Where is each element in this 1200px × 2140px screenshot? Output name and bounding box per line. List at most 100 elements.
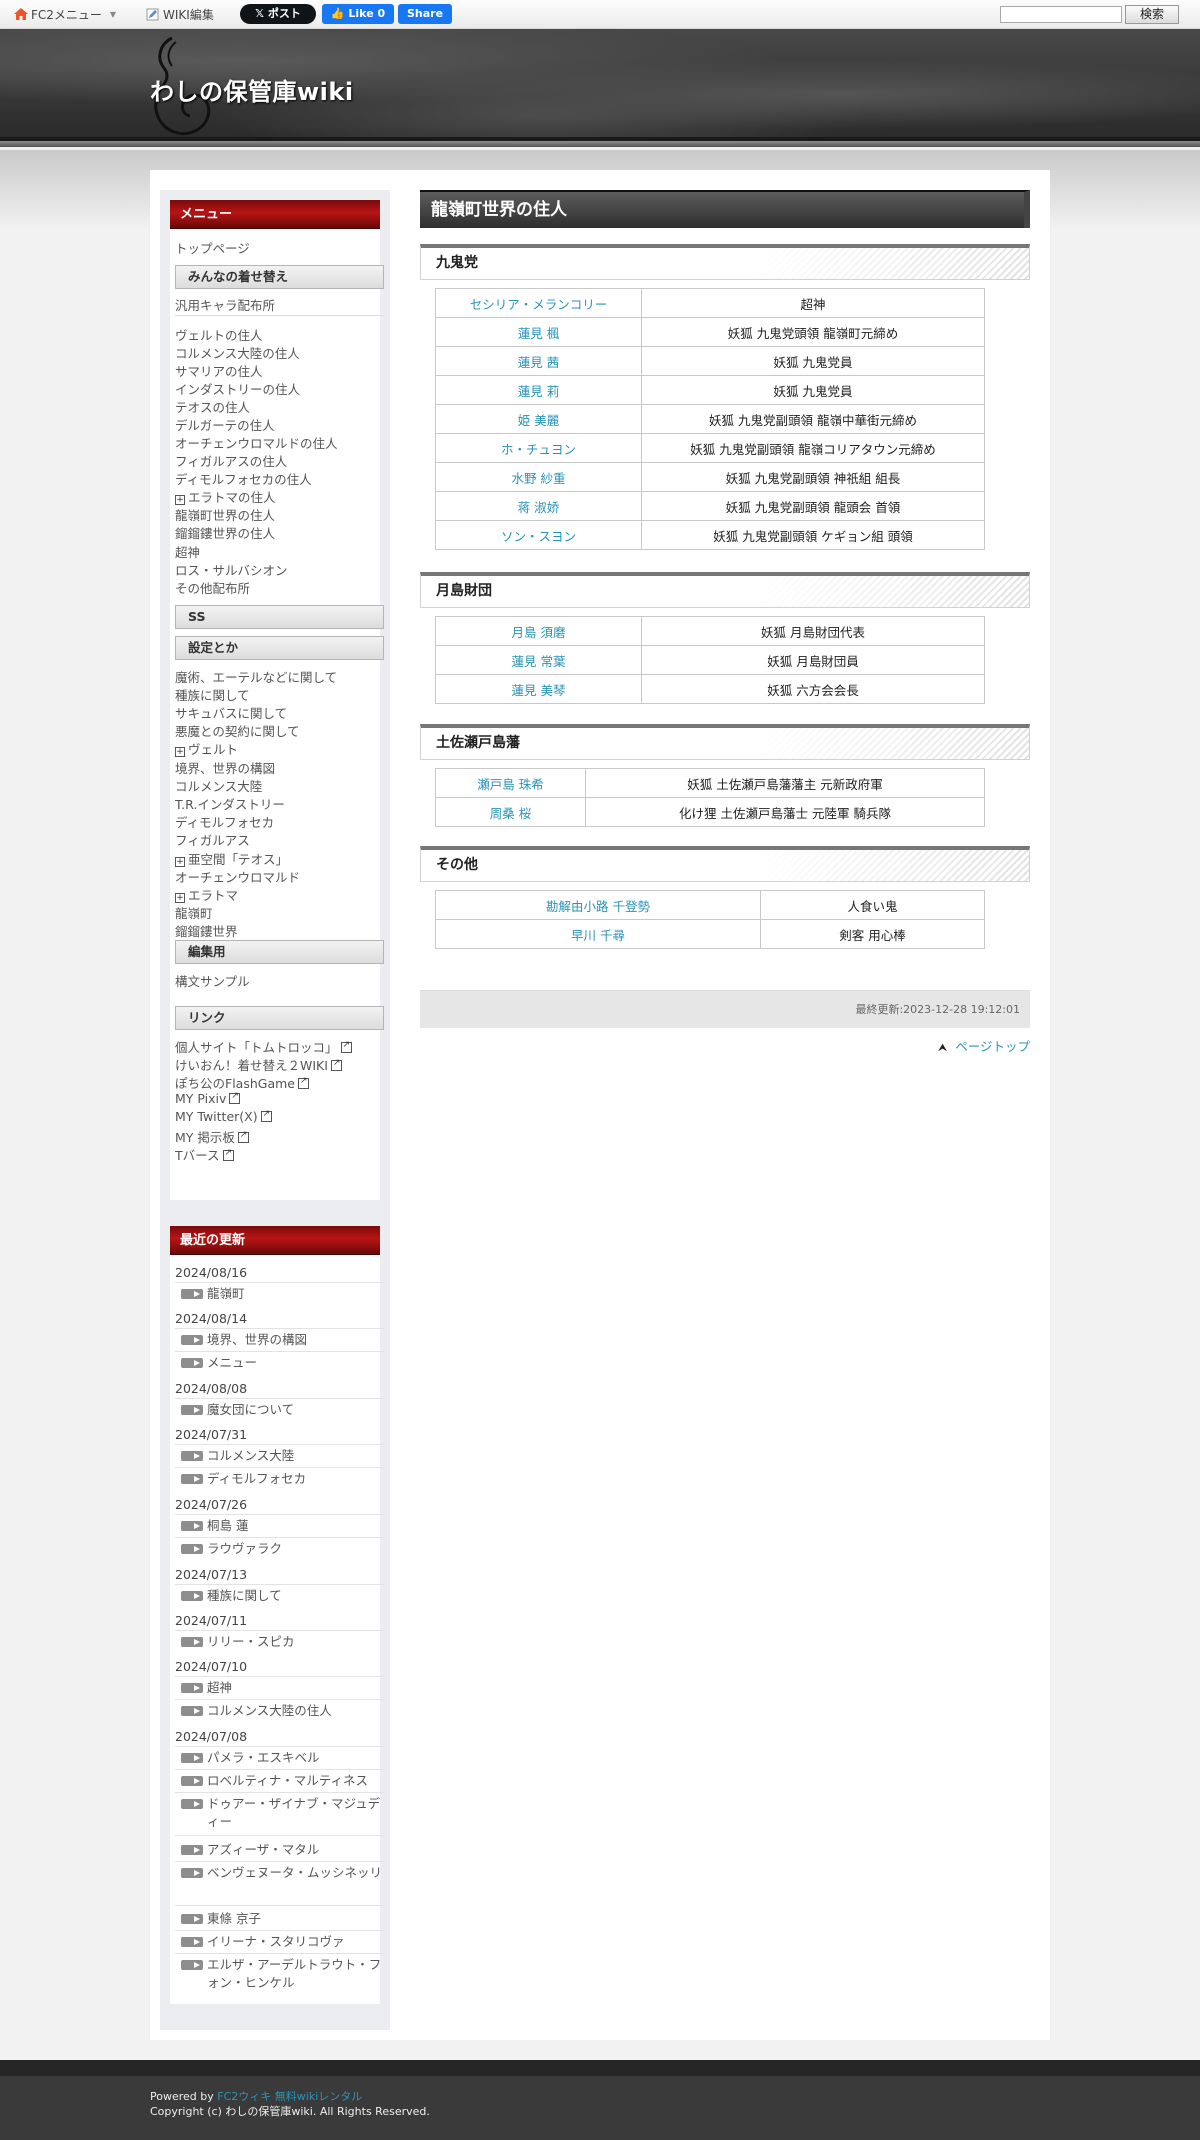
update-item[interactable]: 超神 (180, 1679, 385, 1697)
menu-box-title: メニュー (170, 200, 380, 229)
page-top-link[interactable]: ⮝ ページトップ (938, 1036, 1030, 1055)
update-item[interactable]: リリー・スピカ (180, 1633, 385, 1651)
character-link[interactable]: 蓮見 常葉 (435, 645, 642, 675)
menu-item[interactable]: 魔術、エーテルなどに関して (175, 667, 337, 686)
table-row: 周桑 桜化け狸 土佐瀬戸島藩士 元陸軍 騎兵隊 (435, 797, 985, 827)
menu-expand-velt[interactable]: + ヴェルト (175, 739, 238, 758)
external-link[interactable]: MY Twitter(X) (175, 1109, 272, 1124)
menu-item[interactable]: 龍嶺町 (175, 903, 213, 922)
menu-item[interactable]: その他配布所 (175, 578, 250, 597)
update-date: 2024/07/08 (175, 1729, 248, 1744)
character-description: 妖狐 九鬼党頭領 龍嶺町元締め (641, 317, 985, 347)
menu-item[interactable]: ヴェルトの住人 (175, 325, 263, 344)
fc2-menu-button[interactable]: FC2メニュー ▼ (14, 6, 116, 23)
menu-item[interactable]: T.R.インダストリー (175, 794, 285, 813)
update-item[interactable]: ベンヴェヌータ・ムッシネッリ (180, 1864, 385, 1882)
menu-item-top-page[interactable]: トップページ (175, 238, 250, 257)
update-item[interactable]: 種族に関して (180, 1587, 385, 1605)
character-link[interactable]: 勘解由小路 千登勢 (435, 890, 761, 920)
search-button[interactable]: 検索 (1125, 5, 1179, 24)
character-link[interactable]: 蓮見 莉 (435, 375, 642, 405)
menu-item[interactable]: 鎦鎦鏤世界の住人 (175, 523, 275, 542)
external-link[interactable]: MY 掲示板 (175, 1127, 249, 1146)
external-link[interactable]: Tバース (175, 1145, 234, 1164)
facebook-share-button[interactable]: Share (398, 4, 452, 24)
facebook-like-button[interactable]: 👍 Like 0 (322, 4, 394, 24)
update-item[interactable]: ラウヴァラク (180, 1540, 385, 1558)
external-link-icon (297, 1076, 309, 1089)
menu-item[interactable]: 境界、世界の構図 (175, 758, 275, 777)
update-divider (175, 1953, 384, 1954)
update-item[interactable]: 境界、世界の構図 (180, 1331, 385, 1349)
character-link[interactable]: 姫 美麗 (435, 404, 642, 434)
update-divider (175, 1514, 384, 1515)
menu-item[interactable]: ロス・サルバシオン (175, 560, 288, 579)
menu-expand-eratoma[interactable]: + エラトマの住人 (175, 487, 276, 506)
menu-item[interactable]: 超神 (175, 542, 200, 561)
external-link-icon (330, 1058, 342, 1071)
character-link[interactable]: 蓮見 楓 (435, 317, 642, 347)
menu-item[interactable]: 鎦鎦鏤世界 (175, 921, 238, 940)
character-link[interactable]: 月島 須磨 (435, 616, 642, 646)
update-item[interactable]: 龍嶺町 (180, 1285, 385, 1303)
menu-item[interactable]: 龍嶺町世界の住人 (175, 505, 275, 524)
update-item[interactable]: ドゥアー・ザイナブ・マジュディー (180, 1795, 385, 1831)
menu-item-chara[interactable]: 汎用キャラ配布所 (175, 295, 275, 314)
character-link[interactable]: セシリア・メランコリー (435, 288, 642, 318)
character-link[interactable]: 早川 千尋 (435, 919, 761, 949)
menu-item[interactable]: フィガルアス (175, 830, 250, 849)
character-link[interactable]: 蓮見 茜 (435, 346, 642, 376)
update-item[interactable]: アズィーザ・マタル (180, 1841, 385, 1859)
menu-item[interactable]: コルメンス大陸 (175, 776, 262, 795)
menu-item[interactable]: 悪魔との契約に関して (175, 721, 300, 740)
menu-item[interactable]: コルメンス大陸の住人 (175, 343, 300, 362)
menu-item[interactable]: サマリアの住人 (175, 361, 263, 380)
fc2-wiki-link[interactable]: FC2ウィキ 無料wikiレンタル (217, 2090, 362, 2103)
menu-item-kobun[interactable]: 構文サンプル (175, 971, 250, 990)
character-link[interactable]: 蓮見 美琴 (435, 674, 642, 704)
menu-item[interactable]: ディモルフォセカ (175, 812, 274, 831)
character-link[interactable]: 瀬戸島 珠希 (435, 768, 586, 798)
site-title[interactable]: わしの保管庫wiki (150, 72, 354, 107)
menu-item[interactable]: デルガーテの住人 (175, 415, 275, 434)
character-link[interactable]: 蒋 淑娇 (435, 491, 642, 521)
menu-expand-eratoma2[interactable]: + エラトマ (175, 885, 238, 904)
search-input[interactable] (1000, 6, 1122, 23)
menu-item[interactable]: オーチェンウロマルドの住人 (175, 433, 338, 452)
external-link[interactable]: MY Pixiv (175, 1091, 241, 1106)
menu-item[interactable]: サキュバスに関して (175, 703, 287, 722)
update-item[interactable]: 魔女団について (180, 1401, 385, 1419)
menu-item[interactable]: インダストリーの住人 (175, 379, 300, 398)
update-item[interactable]: エルザ・アーデルトラウト・フォン・ヒンケル (180, 1956, 385, 1992)
update-item[interactable]: ロベルティナ・マルティネス (180, 1772, 385, 1790)
update-divider (175, 1861, 384, 1862)
update-item[interactable]: イリーナ・スタリコヴァ (180, 1933, 385, 1951)
character-description: 剣客 用心棒 (760, 919, 985, 949)
menu-expand-akukan[interactable]: + 亜空間「テオス」 (175, 849, 288, 868)
external-link[interactable]: ぽち公のFlashGame (175, 1073, 309, 1092)
x-post-button[interactable]: 𝕏 ポスト (240, 4, 316, 24)
external-link[interactable]: 個人サイト「トムトロッコ」 (175, 1037, 352, 1056)
update-item[interactable]: コルメンス大陸 (180, 1447, 385, 1465)
update-item[interactable]: パメラ・エスキベル (180, 1749, 385, 1767)
menu-item[interactable]: 種族に関して (175, 685, 250, 704)
character-link[interactable]: 周桑 桜 (435, 797, 586, 827)
external-link[interactable]: けいおん！着せ替え２WIKI (175, 1055, 342, 1074)
update-item[interactable]: コルメンス大陸の住人 (180, 1702, 385, 1720)
menu-item[interactable]: フィガルアスの住人 (175, 451, 287, 470)
wiki-edit-link[interactable]: WIKI編集 (146, 6, 214, 23)
character-link[interactable]: 水野 紗重 (435, 462, 642, 492)
menu-item[interactable]: ディモルフォセカの住人 (175, 469, 312, 488)
menu-item[interactable]: テオスの住人 (175, 397, 250, 416)
update-item[interactable]: 桐島 蓮 (180, 1517, 385, 1535)
update-item[interactable]: ディモルフォセカ (180, 1470, 385, 1488)
section-heading-tosa: 土佐瀬戸島藩 (420, 724, 1030, 760)
update-divider (175, 1769, 384, 1770)
menu-item[interactable]: オーチェンウロマルド (175, 867, 300, 886)
character-link[interactable]: ソン・スヨン (435, 520, 642, 550)
character-link[interactable]: ホ・チュヨン (435, 433, 642, 463)
menu-heading-ss[interactable]: SS (175, 605, 384, 629)
update-item[interactable]: メニュー (180, 1354, 385, 1372)
table-row: 蓮見 茜妖狐 九鬼党員 (435, 346, 985, 376)
update-item[interactable]: 東條 京子 (180, 1910, 385, 1928)
